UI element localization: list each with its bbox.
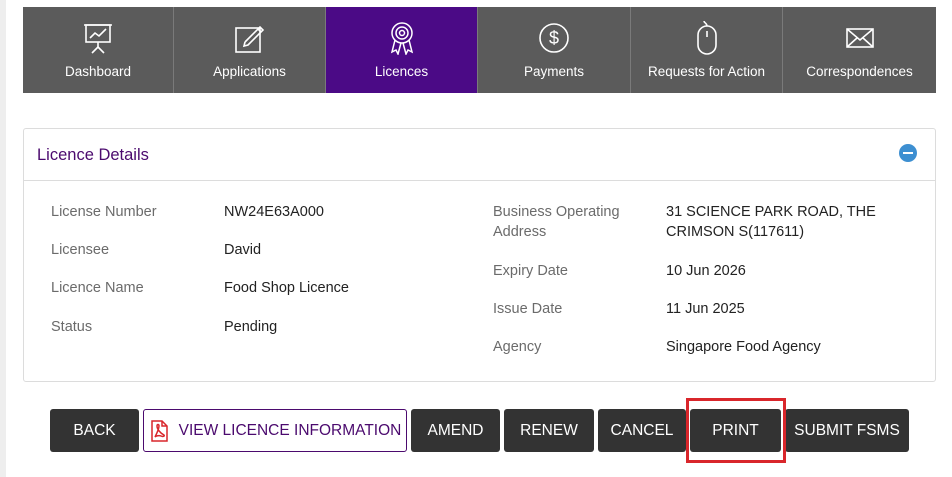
view-licence-information-button[interactable]: VIEW LICENCE INFORMATION (143, 409, 407, 452)
licensee-label: Licensee (51, 242, 110, 258)
expiry-date-value: 10 Jun 2026 (666, 263, 746, 279)
top-nav: Dashboard Applications Licences $ Paymen… (23, 7, 936, 93)
amend-button[interactable]: AMEND (411, 409, 500, 452)
mouse-icon (695, 20, 719, 55)
business-address-label-line1: Business Operating (493, 204, 620, 220)
svg-text:$: $ (549, 28, 559, 48)
licence-name-label: Licence Name (51, 280, 144, 296)
panel-title: Licence Details (37, 146, 149, 164)
agency-value: Singapore Food Agency (666, 339, 821, 355)
nav-label: Payments (523, 64, 585, 79)
issue-date-label: Issue Date (493, 301, 563, 317)
nav-label: Dashboard (64, 64, 132, 79)
issue-date-value: 11 Jun 2025 (666, 301, 745, 317)
business-address-value-line1: 31 SCIENCE PARK ROAD, THE (666, 204, 876, 220)
nav-label: Licences (374, 64, 429, 79)
panel-header[interactable]: Licence Details (24, 129, 935, 181)
nav-tab-requests-for-action[interactable]: Requests for Action (631, 7, 783, 93)
submit-fsms-button[interactable]: SUBMIT FSMS (785, 409, 909, 452)
licensee-value: David (224, 242, 262, 258)
view-licence-information-label: VIEW LICENCE INFORMATION (178, 421, 402, 439)
license-number-label: License Number (51, 204, 157, 220)
status-label: Status (51, 319, 93, 335)
business-address-value-line2: CRIMSON S(117611) (666, 224, 805, 240)
business-address-label-line2: Address (493, 224, 547, 240)
presentation-chart-icon (83, 21, 113, 55)
status-value: Pending (224, 319, 278, 335)
award-ribbon-icon (388, 21, 416, 55)
envelope-icon (845, 21, 875, 55)
left-edge-strip (0, 0, 6, 477)
nav-label: Requests for Action (647, 64, 766, 79)
license-number-value: NW24E63A000 (224, 204, 324, 220)
nav-label: Applications (213, 64, 286, 79)
nav-tab-correspondences[interactable]: Correspondences (783, 7, 936, 93)
cancel-button[interactable]: CANCEL (598, 409, 686, 452)
print-button[interactable]: PRINT (690, 409, 781, 452)
licence-name-value: Food Shop Licence (224, 280, 349, 296)
edit-form-icon (234, 21, 266, 55)
expiry-date-label: Expiry Date (493, 263, 568, 279)
agency-label: Agency (493, 339, 542, 355)
licence-details-panel: Licence Details License Number NW24E63A0… (23, 128, 936, 382)
nav-tab-licences[interactable]: Licences (326, 7, 478, 93)
back-button[interactable]: BACK (50, 409, 139, 452)
dollar-coin-icon: $ (538, 21, 570, 55)
nav-tab-applications[interactable]: Applications (174, 7, 326, 93)
renew-button[interactable]: RENEW (504, 409, 594, 452)
pdf-file-icon (149, 419, 169, 442)
nav-label: Correspondences (806, 64, 913, 79)
nav-tab-dashboard[interactable]: Dashboard (23, 7, 174, 93)
nav-tab-payments[interactable]: $ Payments (478, 7, 631, 93)
collapse-minus-icon[interactable] (899, 144, 917, 162)
